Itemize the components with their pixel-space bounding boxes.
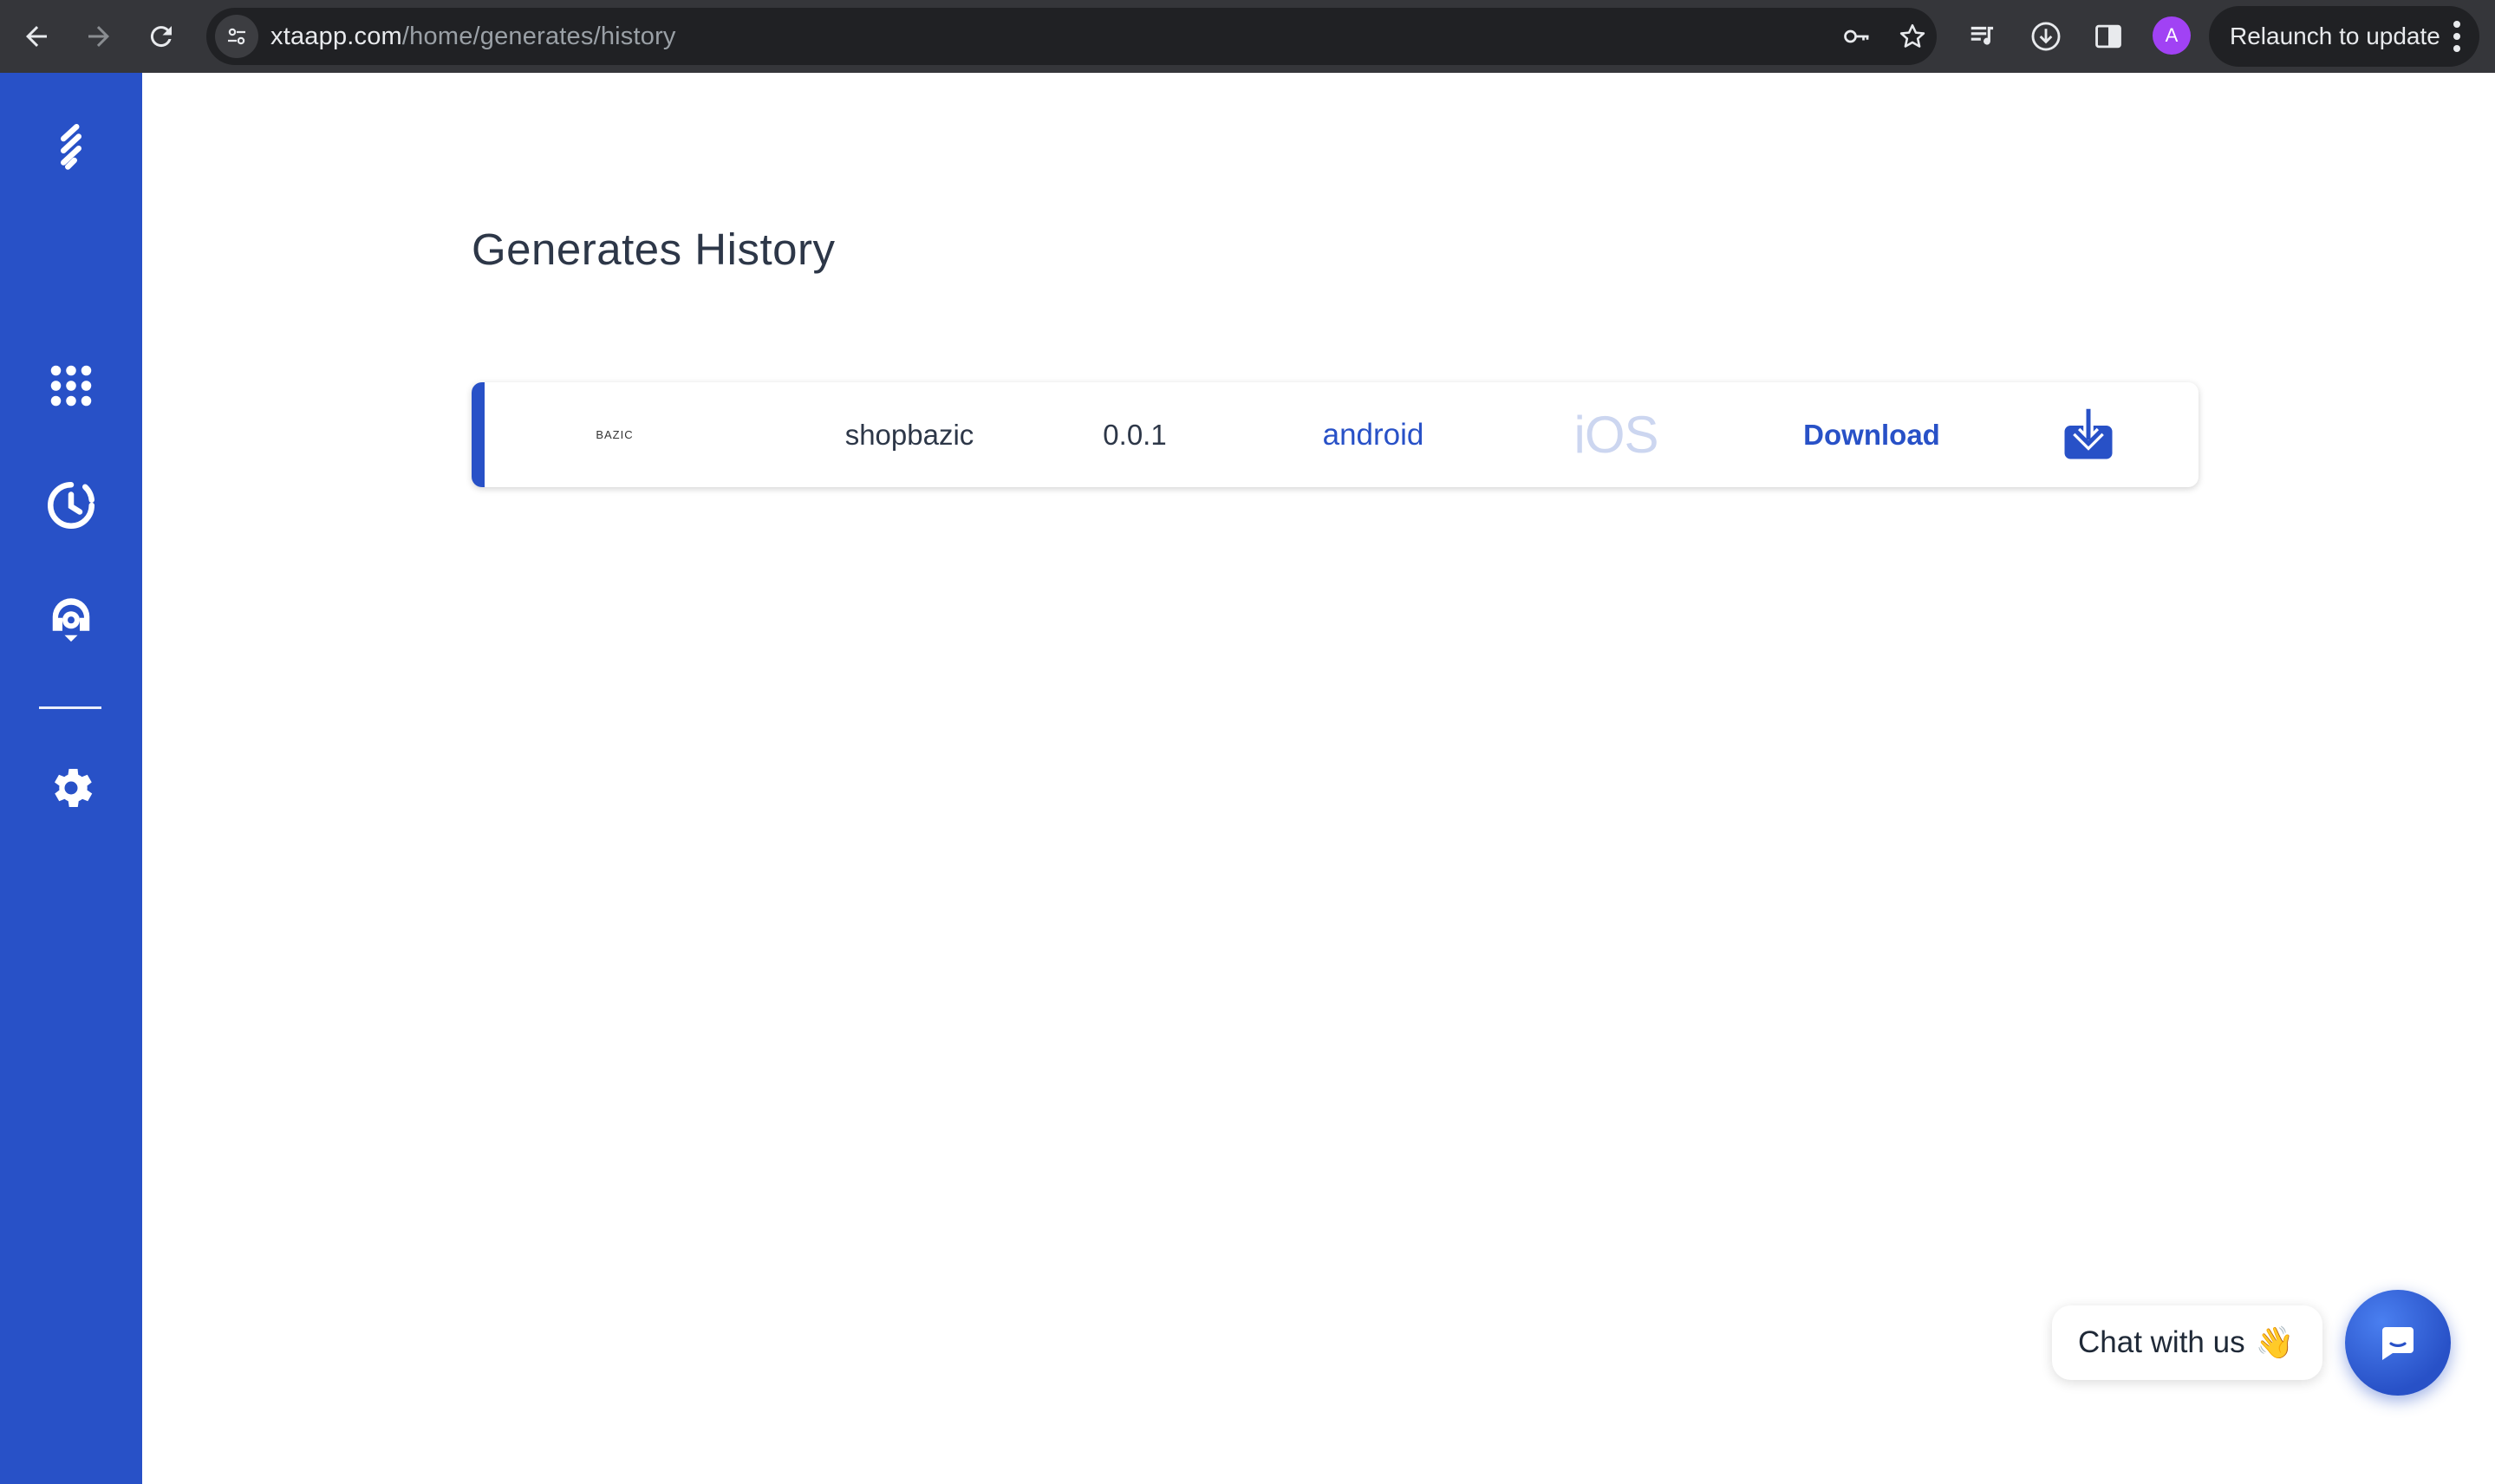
profile-avatar[interactable]: A (2153, 16, 2191, 55)
sidebar-item-history[interactable] (36, 471, 106, 540)
download-tray-icon (2064, 408, 2113, 459)
star-icon (1899, 23, 1925, 48)
relaunch-to-update-button[interactable]: Relaunch to update (2209, 6, 2479, 67)
download-circle-icon (2031, 22, 2061, 51)
side-panel-button[interactable] (2088, 16, 2129, 57)
downloads-button[interactable] (2025, 16, 2067, 57)
app-version: 0.0.1 (1103, 418, 1167, 451)
url-text[interactable]: xtaapp.com/home/generates/history (270, 23, 676, 51)
download-link[interactable]: Download (1750, 382, 1993, 487)
settings-gear-icon (55, 769, 93, 807)
logo-icon (61, 124, 81, 170)
url-path: /home/generates/history (401, 23, 676, 50)
sidebar-item-settings[interactable] (36, 753, 106, 823)
chat-bubble-text: Chat with us (2078, 1325, 2245, 1359)
browser-toolbar: xtaapp.com/home/generates/history A Rela… (0, 0, 2495, 73)
arrow-right-icon (88, 26, 109, 47)
sidebar-item-support[interactable] (36, 584, 106, 654)
sidebar (0, 73, 142, 1484)
sidebar-divider (39, 706, 101, 709)
reload-button[interactable] (137, 12, 186, 61)
arrow-left-icon (26, 26, 47, 47)
more-vert-icon (2453, 21, 2460, 52)
relaunch-label: Relaunch to update (2230, 23, 2440, 49)
android-platform-link[interactable]: android (1265, 382, 1482, 487)
chat-launcher-button[interactable] (2345, 1290, 2451, 1396)
url-host: xtaapp.com (270, 23, 402, 50)
back-button[interactable] (12, 12, 61, 61)
chat-message-icon (2382, 1327, 2414, 1360)
chat-with-us-bubble[interactable]: Chat with us 👋 (2052, 1305, 2322, 1380)
page-title: Generates History (472, 225, 836, 274)
support-agent-icon (52, 598, 90, 642)
ios-platform-label: iOS (1573, 406, 1658, 464)
apps-grid-icon (50, 365, 92, 407)
address-bar[interactable]: xtaapp.com/home/generates/history (206, 8, 1937, 65)
forward-button[interactable] (75, 12, 123, 61)
media-controls-button[interactable] (1963, 16, 2004, 57)
sidebar-logo[interactable] (36, 113, 106, 182)
app-logo: BAZIC (596, 428, 634, 441)
key-icon (1844, 29, 1869, 43)
playlist-music-icon (1971, 26, 1994, 45)
sidebar-item-apps[interactable] (36, 351, 106, 420)
side-panel-icon (2095, 24, 2121, 49)
download-button[interactable] (2049, 382, 2127, 487)
app-name: shopbazic (844, 418, 974, 451)
reload-icon (150, 26, 172, 48)
bookmark-star-button[interactable] (1895, 19, 1930, 54)
tune-icon (228, 28, 245, 45)
history-row: BAZIC shopbazic 0.0.1 android iOS Downlo… (472, 382, 2199, 487)
history-clock-icon (48, 482, 94, 529)
site-info-button[interactable] (215, 15, 258, 58)
waving-hand-icon: 👋 (2255, 1325, 2295, 1360)
password-key-button[interactable] (1840, 19, 1874, 54)
